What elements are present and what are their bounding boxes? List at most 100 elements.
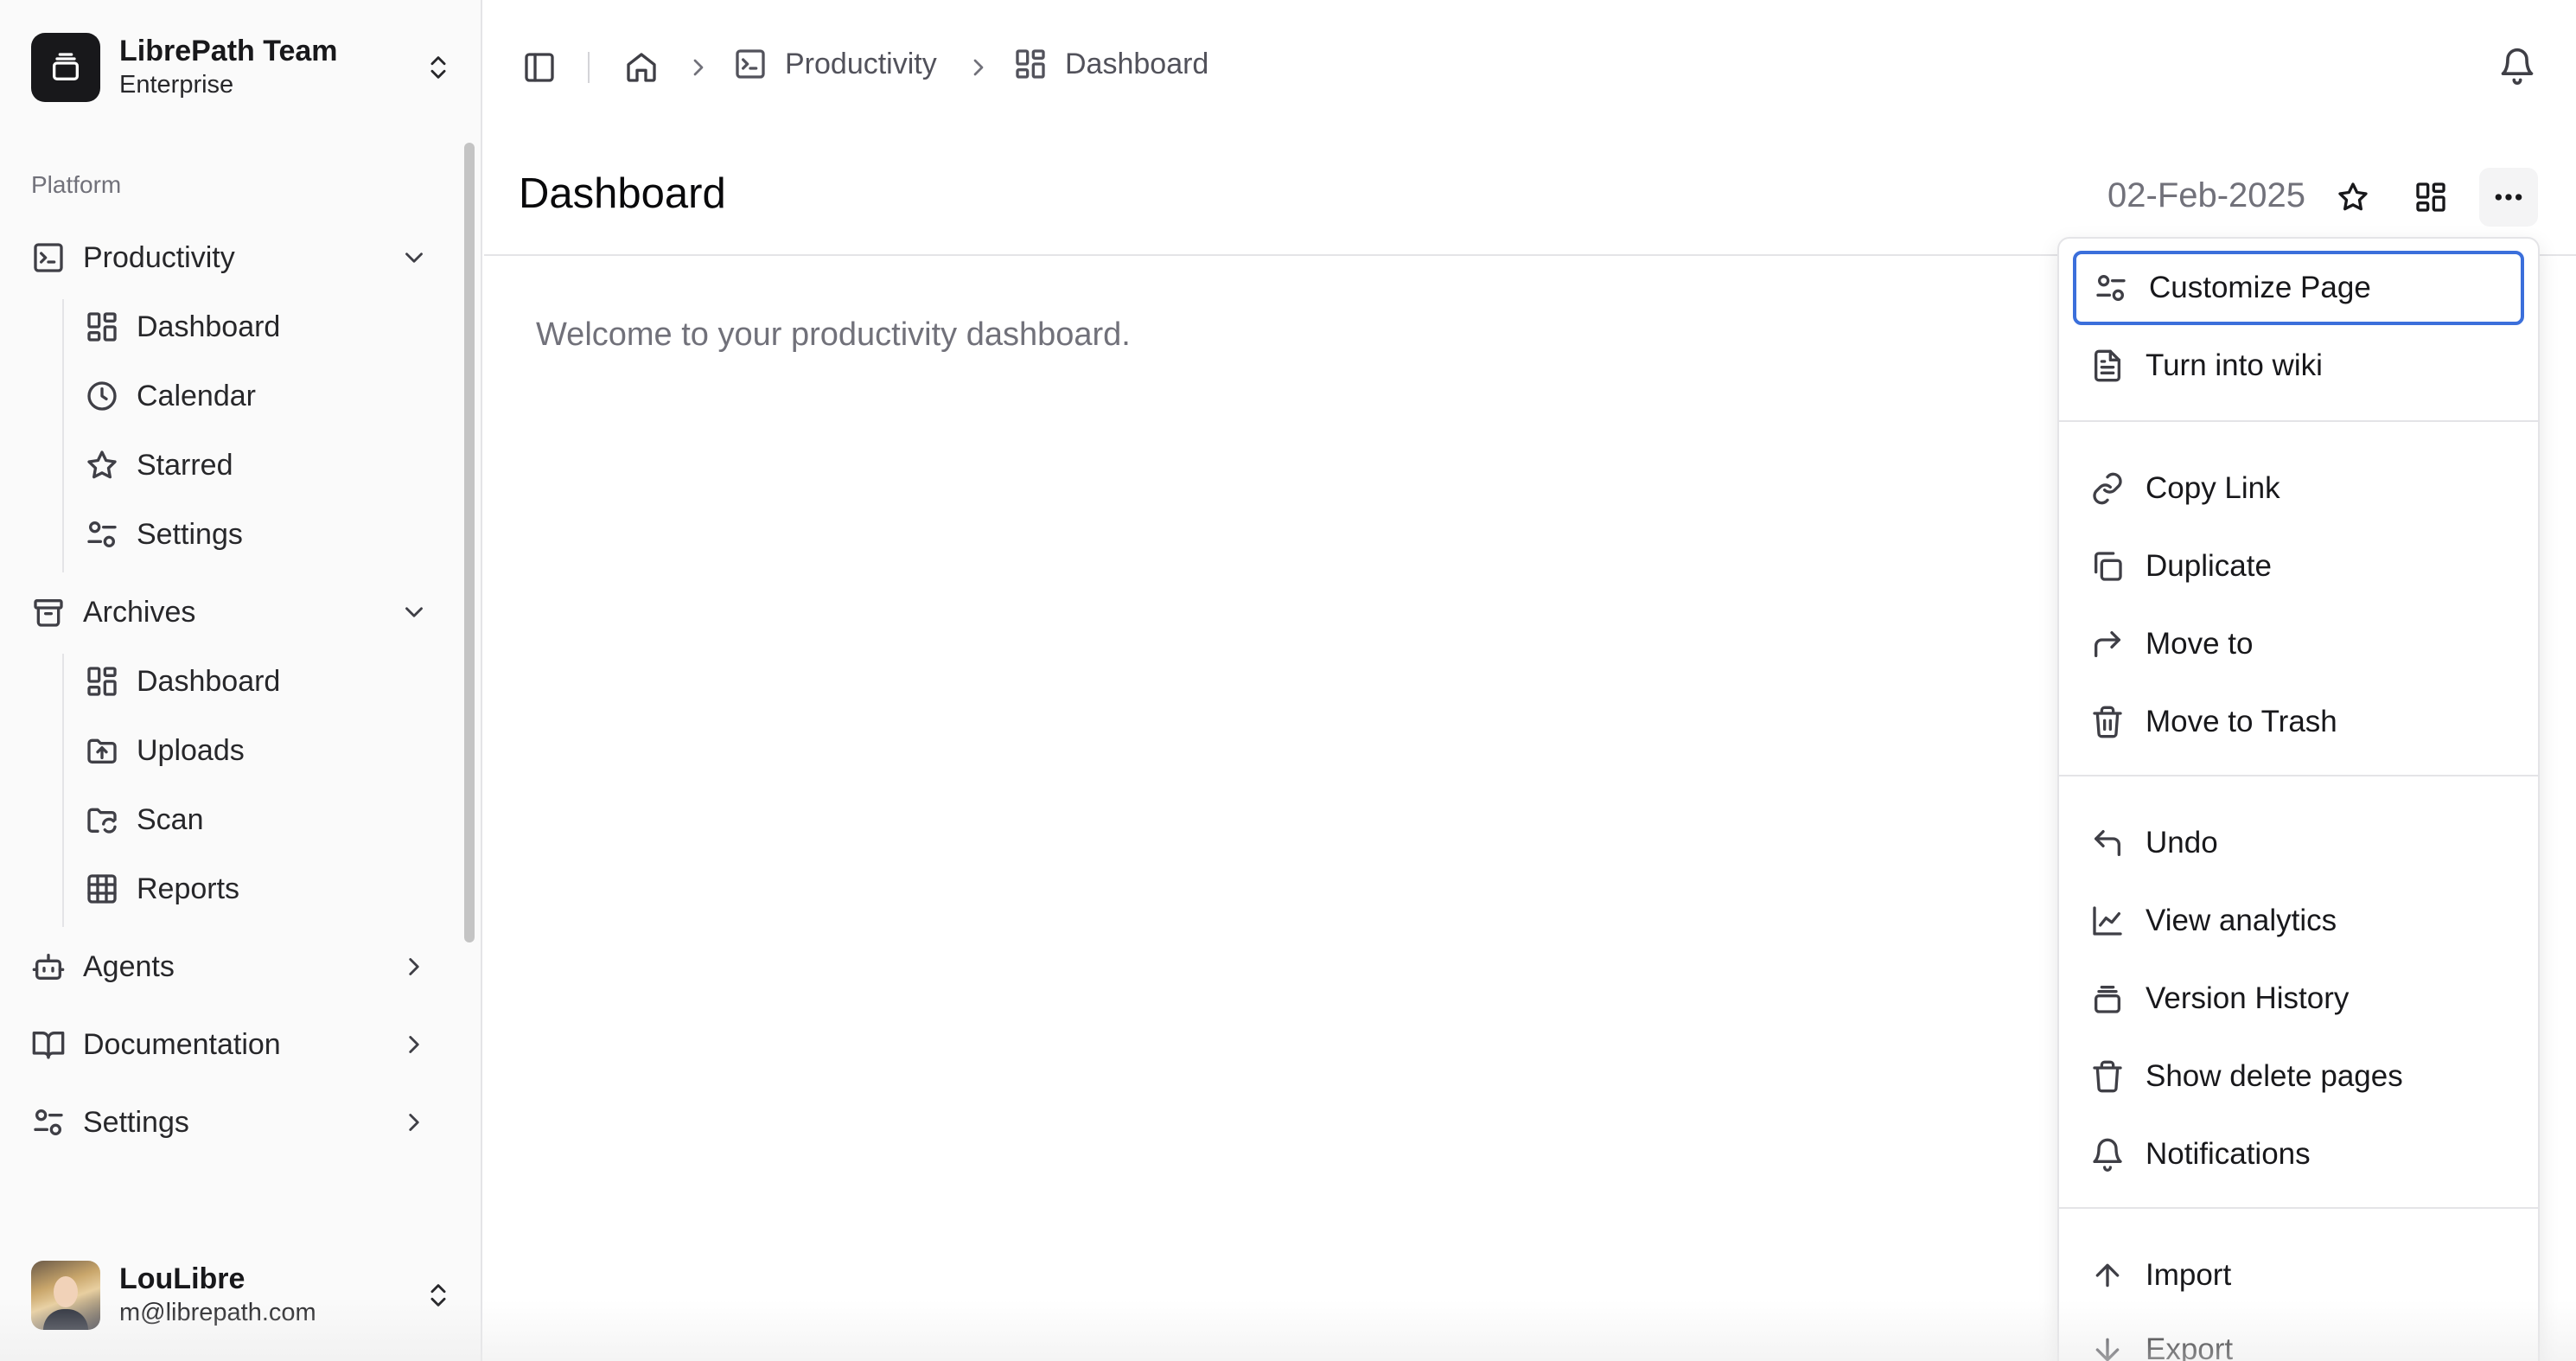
layout-button[interactable]: [2401, 168, 2460, 227]
menu-item-customize-page[interactable]: Customize Page: [2073, 251, 2524, 325]
sidebar-item-label: Scan: [137, 802, 204, 836]
team-logo-icon: [31, 33, 100, 102]
trash-icon: [2090, 1059, 2125, 1094]
sidebar-item-label: Dashboard: [137, 310, 281, 343]
sidebar: LibrePath Team Enterprise Platform Produ…: [0, 0, 482, 1361]
sidebar-item-label: Archives: [83, 595, 196, 629]
sidebar-item-label: Dashboard: [137, 664, 281, 698]
settings-sliders-icon: [2094, 271, 2128, 305]
menu-divider: [2059, 420, 2538, 422]
line-chart-icon: [2090, 904, 2125, 938]
user-name: LouLibre: [119, 1262, 245, 1295]
menu-item-label: Customize Page: [2149, 271, 2371, 304]
team-name: LibrePath Team: [119, 35, 338, 67]
chevrons-up-down-icon: [424, 1281, 453, 1310]
team-switcher[interactable]: LibrePath Team Enterprise: [31, 31, 453, 104]
dashboard-icon: [1013, 47, 1048, 81]
avatar: [31, 1261, 100, 1330]
sidebar-item-productivity[interactable]: Productivity: [31, 230, 429, 285]
menu-item-import[interactable]: Import: [2073, 1238, 2524, 1313]
chevrons-up-down-icon: [424, 53, 453, 82]
sidebar-item-scan[interactable]: Scan: [85, 792, 430, 847]
menu-item-undo[interactable]: Undo: [2073, 806, 2524, 880]
sidebar-item-label: Settings: [83, 1105, 189, 1139]
corner-up-left-icon: [2090, 826, 2125, 860]
menu-item-show-deleted-pages[interactable]: Show delete pages: [2073, 1039, 2524, 1114]
favorite-button[interactable]: [2324, 168, 2382, 227]
user-menu[interactable]: LouLibre m@librepath.com: [31, 1259, 453, 1332]
book-open-icon: [31, 1027, 66, 1062]
sidebar-scrollbar-thumb[interactable]: [464, 143, 475, 942]
menu-divider: [2059, 775, 2538, 776]
toolbar-divider: [588, 52, 590, 83]
arrow-down-icon: [2090, 1332, 2125, 1361]
sidebar-item-productivity-dashboard[interactable]: Dashboard: [85, 299, 430, 355]
sidebar-item-label: Documentation: [83, 1027, 281, 1061]
dashboard-icon: [2413, 180, 2448, 214]
menu-item-move-to-trash[interactable]: Move to Trash: [2073, 685, 2524, 759]
sidebar-item-starred[interactable]: Starred: [85, 438, 430, 493]
sidebar-item-label: Settings: [137, 517, 243, 551]
menu-item-copy-link[interactable]: Copy Link: [2073, 451, 2524, 526]
menu-item-label: Move to Trash: [2146, 705, 2337, 738]
menu-item-duplicate[interactable]: Duplicate: [2073, 529, 2524, 604]
chevron-right-icon: [399, 1108, 429, 1137]
menu-item-view-analytics[interactable]: View analytics: [2073, 884, 2524, 958]
menu-item-turn-into-wiki[interactable]: Turn into wiki: [2073, 329, 2524, 403]
sidebar-item-reports[interactable]: Reports: [85, 861, 430, 917]
menu-item-label: Turn into wiki: [2146, 348, 2323, 382]
sidebar-item-label: Calendar: [137, 379, 256, 412]
breadcrumb-label: Productivity: [785, 47, 937, 80]
sidebar-item-agents[interactable]: Agents: [31, 939, 429, 994]
breadcrumb-separator-icon: [965, 54, 992, 81]
menu-item-notifications[interactable]: Notifications: [2073, 1117, 2524, 1192]
sidebar-item-label: Uploads: [137, 733, 245, 767]
menu-item-export[interactable]: Export: [2073, 1313, 2524, 1361]
menu-divider: [2059, 1207, 2538, 1209]
bell-icon[interactable]: [2498, 47, 2536, 85]
chevron-down-icon: [399, 597, 429, 627]
menu-item-label: Copy Link: [2146, 471, 2280, 505]
breadcrumb-productivity[interactable]: Productivity: [733, 47, 937, 81]
breadcrumb-label: Dashboard: [1065, 47, 1209, 80]
page-date: 02-Feb-2025: [2107, 176, 2306, 214]
sidebar-toggle-icon[interactable]: [522, 50, 557, 85]
trash-icon: [2090, 705, 2125, 739]
folder-sync-icon: [85, 802, 119, 837]
settings-sliders-icon: [85, 517, 119, 552]
file-text-icon: [2090, 348, 2125, 383]
chevron-down-icon: [399, 243, 429, 272]
clock-icon: [85, 379, 119, 413]
home-icon[interactable]: [624, 50, 659, 85]
dashboard-icon: [85, 310, 119, 344]
welcome-text: Welcome to your productivity dashboard.: [536, 316, 1131, 353]
sidebar-item-documentation[interactable]: Documentation: [31, 1017, 429, 1072]
star-icon: [85, 448, 119, 482]
arrow-up-icon: [2090, 1258, 2125, 1293]
submenu-guide-line: [62, 299, 64, 572]
sidebar-item-productivity-settings[interactable]: Settings: [85, 507, 430, 562]
menu-item-label: View analytics: [2146, 904, 2337, 937]
menu-item-version-history[interactable]: Version History: [2073, 962, 2524, 1036]
menu-item-label: Notifications: [2146, 1137, 2311, 1171]
folder-upload-icon: [85, 733, 119, 768]
sidebar-item-archives-dashboard[interactable]: Dashboard: [85, 654, 430, 709]
settings-sliders-icon: [31, 1105, 66, 1140]
star-icon: [2336, 180, 2370, 214]
sidebar-item-settings[interactable]: Settings: [31, 1095, 429, 1150]
sidebar-item-archives[interactable]: Archives: [31, 585, 429, 640]
copy-icon: [2090, 549, 2125, 584]
bell-icon: [2090, 1137, 2125, 1172]
terminal-square-icon: [31, 240, 66, 275]
more-horizontal-icon: [2491, 180, 2526, 214]
link-icon: [2090, 471, 2125, 506]
menu-item-move-to[interactable]: Move to: [2073, 607, 2524, 681]
breadcrumb-dashboard[interactable]: Dashboard: [1013, 47, 1208, 81]
sidebar-item-label: Productivity: [83, 240, 235, 274]
chevron-right-icon: [399, 952, 429, 981]
menu-item-label: Import: [2146, 1258, 2232, 1292]
gallery-stack-icon: [2090, 981, 2125, 1016]
sidebar-item-uploads[interactable]: Uploads: [85, 723, 430, 778]
more-options-button[interactable]: [2479, 168, 2538, 227]
sidebar-item-calendar[interactable]: Calendar: [85, 368, 430, 424]
